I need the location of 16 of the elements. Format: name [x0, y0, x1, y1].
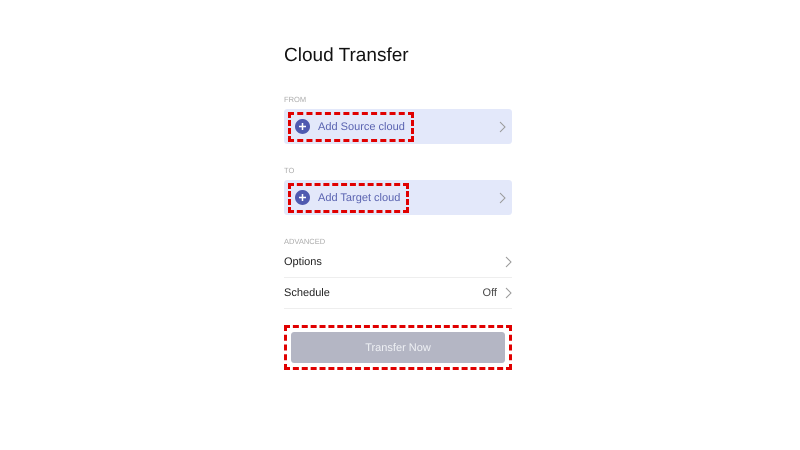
row-value: Off [482, 287, 497, 299]
chevron-icon [499, 192, 506, 204]
chevron-icon [505, 287, 512, 299]
plus-icon [295, 119, 310, 134]
cloud-picker[interactable]: Add Source cloud [284, 109, 512, 144]
page-title: Cloud Transfer [284, 44, 410, 68]
add-cloud-button[interactable]: Add Target cloud [288, 182, 410, 212]
cloud-picker[interactable]: Add Target cloud [284, 180, 512, 215]
row-label: Schedule [284, 287, 330, 299]
chevron-icon [499, 120, 506, 132]
add-cloud-button[interactable]: Add Source cloud [288, 112, 414, 142]
settings-row[interactable]: Schedule Off [284, 278, 512, 309]
chevron-icon [505, 256, 512, 268]
row-label: Options [284, 256, 322, 268]
settings-row[interactable]: Options [284, 247, 512, 278]
plus-icon [295, 190, 310, 205]
